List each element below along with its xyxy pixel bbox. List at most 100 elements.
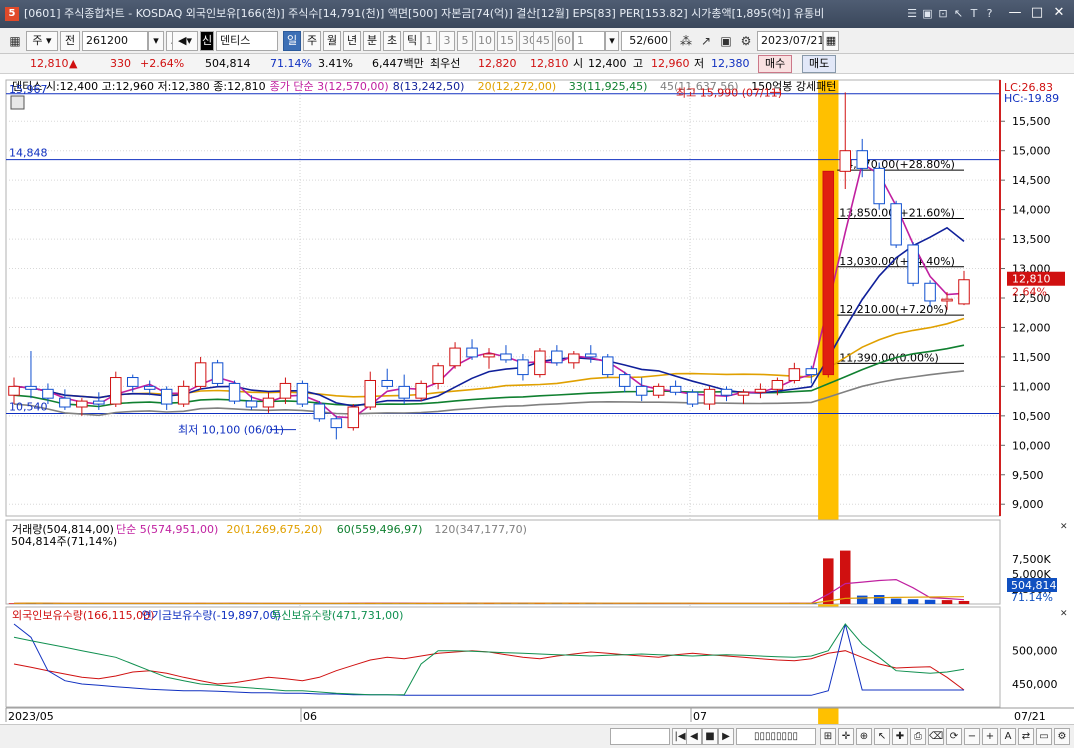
price-tick-label: 9,500: [1012, 469, 1044, 482]
x-right-label: 07/21: [1014, 710, 1046, 723]
settings-small-icon[interactable]: ⚙: [1054, 728, 1070, 745]
market-select[interactable]: 주 ▾: [26, 31, 58, 51]
candle-body: [856, 150, 868, 169]
window-icon[interactable]: ▭: [1036, 728, 1052, 745]
toggle-icon[interactable]: ⇄: [1018, 728, 1034, 745]
sell-button[interactable]: 매도: [802, 55, 837, 73]
calendar-icon[interactable]: ▦: [823, 31, 839, 51]
close-button[interactable]: ✕: [1048, 2, 1070, 24]
period-week[interactable]: 주: [303, 31, 321, 51]
high-price: 12,960: [651, 57, 690, 70]
candle-body: [93, 400, 105, 405]
interval-3[interactable]: 3: [439, 31, 455, 51]
candle-body: [720, 388, 733, 396]
layout-icon[interactable]: ▣: [922, 0, 934, 28]
up-arrow-icon: ▲: [69, 57, 78, 70]
prev-button[interactable]: 전: [60, 31, 80, 51]
save-icon[interactable]: ▣: [717, 31, 735, 51]
candle-body: [415, 382, 427, 399]
candle-body: [76, 400, 88, 408]
candle-body: [822, 170, 835, 376]
period-tick[interactable]: 틱: [403, 31, 421, 51]
candle-body: [771, 379, 784, 390]
candle-body: [279, 382, 292, 399]
print-icon[interactable]: ⎙: [910, 728, 926, 745]
candle-body: [517, 359, 529, 376]
text-size-icon[interactable]: T: [968, 0, 980, 28]
scroll-track[interactable]: [610, 728, 670, 745]
settings-icon[interactable]: ⚙: [737, 31, 755, 51]
candle-body: [568, 353, 580, 364]
x-tick-label: 07: [693, 710, 707, 723]
bar-count-input[interactable]: 52/600: [621, 31, 671, 51]
legend-item: 연기금보유수량(-19,897,00): [142, 609, 281, 622]
compare-icon[interactable]: ⁂: [677, 31, 695, 51]
zoom-out-icon[interactable]: −: [964, 728, 980, 745]
draw-icon[interactable]: ↗: [697, 31, 715, 51]
stock-chart[interactable]: 14,670.00(+28.80%)13,850.00(+21.60%)13,0…: [0, 74, 1074, 724]
buy-button[interactable]: 매수: [758, 55, 793, 73]
stock-code-input[interactable]: 261200: [82, 31, 148, 51]
stop-icon[interactable]: ■: [702, 728, 718, 745]
zoom-slider[interactable]: ▯▯▯▯▯▯▯▯: [736, 728, 816, 745]
quote-bar: 12,810 ▲ 330 +2.64% 504,814 71.14% 3.41%…: [0, 54, 1074, 74]
crosshair-icon[interactable]: ✛: [838, 728, 854, 745]
speaker-icon[interactable]: ◀▾: [172, 31, 198, 51]
volume-sub-label: 504,814주(71,14%): [11, 535, 117, 548]
zoom-fit-icon[interactable]: ⊞: [820, 728, 836, 745]
interval-60[interactable]: 60: [555, 31, 573, 51]
pin-icon[interactable]: ✚: [892, 728, 908, 745]
code-dropdown-icon[interactable]: ▾: [148, 31, 164, 51]
interval-1[interactable]: 1: [421, 31, 437, 51]
candle-body: [601, 356, 614, 376]
interval-15[interactable]: 15: [497, 31, 517, 51]
eraser-icon[interactable]: ⌫: [928, 728, 944, 745]
grid-icon[interactable]: ▦: [6, 31, 24, 51]
chart-area[interactable]: 14,670.00(+28.80%)13,850.00(+21.60%)13,0…: [0, 74, 1074, 748]
help-icon[interactable]: ?: [984, 0, 996, 28]
price-tick-label: 10,500: [1012, 410, 1051, 423]
maximize-button[interactable]: □: [1026, 2, 1048, 24]
period-day[interactable]: 일: [283, 31, 301, 51]
interval-dropdown-icon[interactable]: ▾: [605, 31, 619, 51]
candle-body: [551, 350, 563, 364]
candle-body: [59, 397, 71, 408]
period-year[interactable]: 년: [343, 31, 361, 51]
screen-icon[interactable]: ⊡: [937, 0, 949, 28]
candle-body: [466, 347, 478, 358]
interval-10[interactable]: 10: [475, 31, 495, 51]
candle-body: [483, 353, 495, 358]
zoom-in-icon[interactable]: +: [982, 728, 998, 745]
magnet-icon[interactable]: ⊕: [856, 728, 872, 745]
period-second[interactable]: 초: [383, 31, 401, 51]
period-month[interactable]: 월: [323, 31, 341, 51]
prev-icon[interactable]: ◀: [686, 728, 702, 745]
holdings-panel: 500,000 450,000 외국인보유수량(166,115,00)연기금보유수…: [5, 606, 1068, 708]
stock-name-field[interactable]: 덴티스: [216, 31, 278, 51]
candle-body: [330, 418, 343, 429]
legend-item: 종가 단순 3(12,570,00): [270, 80, 389, 93]
legend-item: 외국인보유수량(166,115,00): [12, 609, 154, 622]
period-minute[interactable]: 분: [363, 31, 381, 51]
date-input[interactable]: 2023/07/21: [757, 31, 823, 51]
minimize-button[interactable]: —: [1004, 2, 1026, 24]
interval-45[interactable]: 45: [533, 31, 553, 51]
legend-item: 33(11,925,45): [569, 80, 648, 93]
volume-panel: 7,500K5,000K2,500K 거래량(504,814,00)단순 5(5…: [5, 519, 1068, 605]
candle-body: [25, 385, 37, 390]
menu-icon[interactable]: ☰: [906, 0, 918, 28]
max-annotation: 최고 15,990 (07/11): [676, 86, 782, 99]
interval-input[interactable]: 1: [573, 31, 605, 51]
app-icon: 5: [5, 7, 19, 21]
text-icon[interactable]: A: [1000, 728, 1016, 745]
candle-body: [890, 203, 902, 246]
trade-amount: 6,447백만: [372, 57, 424, 70]
cursor-icon[interactable]: ↖: [874, 728, 890, 745]
next-icon[interactable]: ▶: [718, 728, 734, 745]
link-icon[interactable]: ↖: [953, 0, 965, 28]
open-label: 시: [573, 57, 584, 70]
refresh-icon[interactable]: ⟳: [946, 728, 962, 745]
interval-5[interactable]: 5: [457, 31, 473, 51]
candle-body: [924, 282, 936, 302]
volume-bar: [907, 599, 919, 604]
